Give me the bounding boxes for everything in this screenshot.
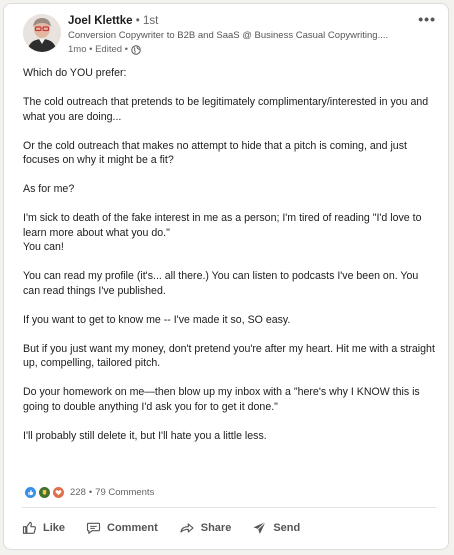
divider bbox=[22, 507, 436, 508]
globe-icon bbox=[131, 44, 141, 55]
post-meta: 1mo • Edited • bbox=[68, 44, 141, 55]
separator: • bbox=[88, 487, 93, 498]
comment-count[interactable]: 79 Comments bbox=[95, 487, 154, 498]
post-paragraph: The cold outreach that pretends to be le… bbox=[23, 96, 429, 123]
post-paragraph: As for me? bbox=[23, 183, 75, 195]
send-button[interactable]: Send bbox=[248, 518, 303, 538]
avatar[interactable] bbox=[23, 14, 61, 52]
post-paragraph: But if you just want my money, don't pre… bbox=[23, 342, 435, 370]
post-paragraph-extra-line: You can! bbox=[23, 241, 64, 253]
post-card: Joel Klettke • 1st Conversion Copywriter… bbox=[3, 3, 449, 550]
comment-button[interactable]: Comment bbox=[82, 518, 161, 538]
author-name[interactable]: Joel Klettke bbox=[68, 15, 133, 27]
like-reaction-icon[interactable] bbox=[24, 486, 37, 499]
post-body: Which do YOU prefer: The cold outreach t… bbox=[23, 66, 437, 443]
comment-icon bbox=[86, 522, 101, 534]
like-label: Like bbox=[43, 522, 66, 534]
post-paragraph-group: I'm sick to death of the fake interest i… bbox=[23, 211, 437, 255]
like-button[interactable]: Like bbox=[18, 518, 68, 538]
reaction-count[interactable]: 228 bbox=[70, 487, 86, 498]
share-arrow-icon bbox=[180, 523, 194, 533]
send-label: Send bbox=[273, 522, 301, 534]
post-paragraph: Which do YOU prefer: bbox=[23, 67, 127, 79]
celebrate-reaction-icon[interactable] bbox=[38, 486, 51, 499]
post-paragraph: If you want to get to know me -- I've ma… bbox=[23, 313, 291, 326]
comment-label: Comment bbox=[107, 522, 158, 534]
post-paragraph: You can read my profile (it's... all the… bbox=[23, 270, 419, 297]
post-paragraph: I'm sick to death of the fake interest i… bbox=[23, 212, 422, 239]
thumbs-up-icon bbox=[22, 521, 36, 534]
avatar-photo-icon bbox=[23, 14, 61, 52]
action-bar: Like Comment Share Send bbox=[18, 518, 317, 538]
share-label: Share bbox=[200, 522, 232, 534]
post-paragraph: Or the cold outreach that makes no attem… bbox=[23, 139, 407, 167]
connection-degree: • 1st bbox=[132, 15, 159, 27]
love-reaction-icon[interactable] bbox=[52, 486, 65, 499]
post-paragraph: Do your homework on me—then blow up my i… bbox=[23, 386, 420, 413]
more-options-icon[interactable]: ••• bbox=[418, 11, 436, 27]
post-paragraph: I'll probably still delete it, but I'll … bbox=[23, 429, 267, 442]
post-timestamp: 1mo • Edited • bbox=[68, 44, 128, 55]
author-headline: Conversion Copywriter to B2B and SaaS @ … bbox=[68, 30, 389, 41]
social-counts: 228 • 79 Comments bbox=[24, 486, 154, 499]
author-line: Joel Klettke • 1st bbox=[68, 15, 158, 27]
share-button[interactable]: Share bbox=[175, 518, 235, 538]
send-icon bbox=[253, 521, 267, 534]
